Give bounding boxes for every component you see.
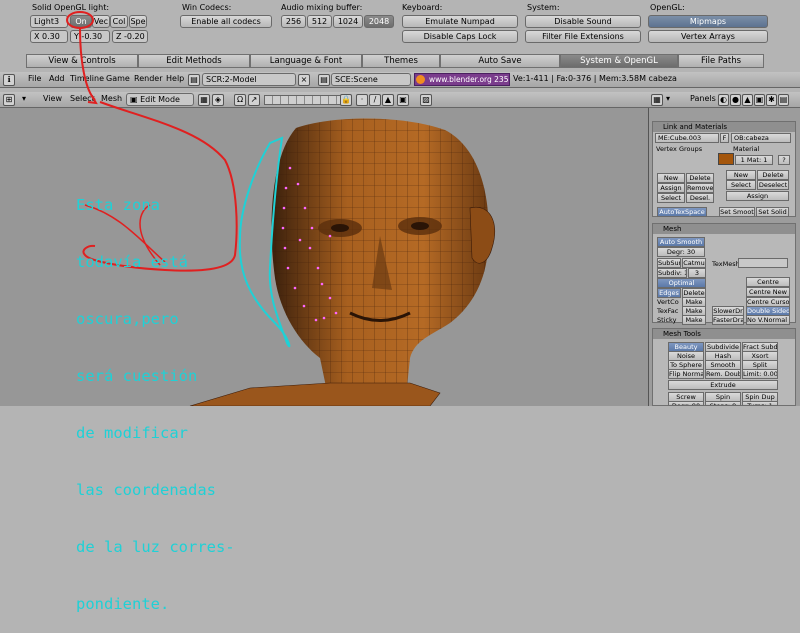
flip-normal-button[interactable]: Flip Normal — [668, 369, 704, 379]
scene-context-icon[interactable]: ✱ — [766, 94, 777, 106]
sticky-make-button[interactable]: Make — [682, 315, 706, 325]
panel-title: Mesh Tools — [653, 329, 795, 339]
vg-select-button[interactable]: Select — [657, 193, 685, 203]
mat-assign-button[interactable]: Assign — [726, 191, 789, 201]
set-smooth-button[interactable]: Set Smoot — [719, 207, 755, 217]
material-label: Material — [733, 145, 760, 153]
set-solid-button[interactable]: Set Solid — [756, 207, 789, 217]
auto-smooth-degr-field[interactable]: Degr: 30 — [657, 247, 705, 257]
render-context-icon[interactable]: ▤ — [778, 94, 789, 106]
editing-context-icon[interactable]: ▣ — [754, 94, 765, 106]
extrude-button[interactable]: Extrude — [668, 380, 778, 390]
annotation-line: de modificar — [76, 424, 188, 442]
sticky-label: Sticky — [657, 316, 677, 324]
vertex-groups-label: Vertex Groups — [656, 145, 703, 153]
material-swatch[interactable] — [718, 153, 734, 165]
vg-new-button[interactable]: New — [657, 173, 685, 183]
vg-assign-button[interactable]: Assign — [657, 183, 685, 193]
subsurf-type-select[interactable]: Catmu — [682, 258, 706, 268]
optimal-button[interactable]: Optimal — [657, 278, 706, 288]
texfac-label: TexFac — [657, 307, 679, 315]
limit-field[interactable]: Limit: 0.001 — [742, 369, 778, 379]
annotation-line: las coordenadas — [76, 481, 216, 499]
centre-button[interactable]: Centre — [746, 277, 790, 287]
auto-smooth-button[interactable]: Auto Smooth — [657, 237, 705, 247]
mat-deselect-button[interactable]: Deselect — [757, 180, 789, 190]
turns-field[interactable]: Turns: 1 — [742, 401, 778, 406]
panel-title: Link and Materials — [653, 122, 795, 132]
shading-context-icon[interactable]: ● — [730, 94, 741, 106]
no-v-normal-flip-button[interactable]: No V.Normal F — [746, 315, 790, 325]
logic-context-icon[interactable]: ◐ — [718, 94, 729, 106]
buttons-header: ▦ ▾ Panels ◐ ● ▲ ▣ ✱ ▤ — [648, 92, 800, 108]
object-context-icon[interactable]: ▲ — [742, 94, 753, 106]
vertco-label: VertCo — [657, 298, 679, 306]
buttons-editor-type-icon[interactable]: ▦ — [651, 94, 663, 106]
annotation-line: todavía está — [76, 253, 188, 271]
degr-field[interactable]: Degr: 90 — [668, 401, 704, 406]
autotexspace-button[interactable]: AutoTexSpace — [657, 207, 707, 217]
vg-deselect-button[interactable]: Desel. — [686, 193, 714, 203]
edges-button[interactable]: Edges — [657, 288, 681, 298]
material-index[interactable]: 1 Mat: 1 — [735, 155, 773, 165]
centre-new-button[interactable]: Centre New — [746, 287, 790, 297]
texmesh-field[interactable] — [738, 258, 788, 268]
buttons-collapse-icon[interactable]: ▾ — [666, 94, 670, 103]
rem-double-button[interactable]: Rem. Double — [705, 369, 741, 379]
subdiv-render-field[interactable]: 3 — [688, 268, 706, 278]
material-help-button[interactable]: ? — [778, 155, 790, 165]
annotation-line: pondiente. — [76, 595, 170, 613]
annotation-line: Esta zona — [76, 196, 160, 214]
mat-delete-button[interactable]: Delete — [757, 170, 789, 180]
vg-delete-button[interactable]: Delete — [686, 173, 714, 183]
mat-new-button[interactable]: New — [726, 170, 756, 180]
panels-label: Panels — [690, 94, 716, 103]
faster-draw-button[interactable]: FasterDra — [712, 315, 744, 325]
subsurf-button[interactable]: SubSurf — [657, 258, 681, 268]
panel-title: Mesh — [653, 224, 795, 234]
mat-select-button[interactable]: Select — [726, 180, 756, 190]
mesh-name-field[interactable]: ME:Cube.003 — [655, 133, 719, 143]
annotation-line: de la luz corres- — [76, 538, 235, 556]
annotation-line: será cuestión — [76, 367, 198, 385]
steps-field[interactable]: Steps: 9 — [705, 401, 741, 406]
fake-user-button[interactable]: F — [720, 133, 729, 143]
annotation-line: oscura,pero — [76, 310, 179, 328]
subdiv-field[interactable]: Subdiv: 1 — [657, 268, 687, 278]
object-name-field[interactable]: OB:cabeza — [731, 133, 791, 143]
vg-remove-button[interactable]: Remove — [686, 183, 714, 193]
annotation-text: Esta zona todavía está oscura,pero será … — [76, 158, 276, 633]
